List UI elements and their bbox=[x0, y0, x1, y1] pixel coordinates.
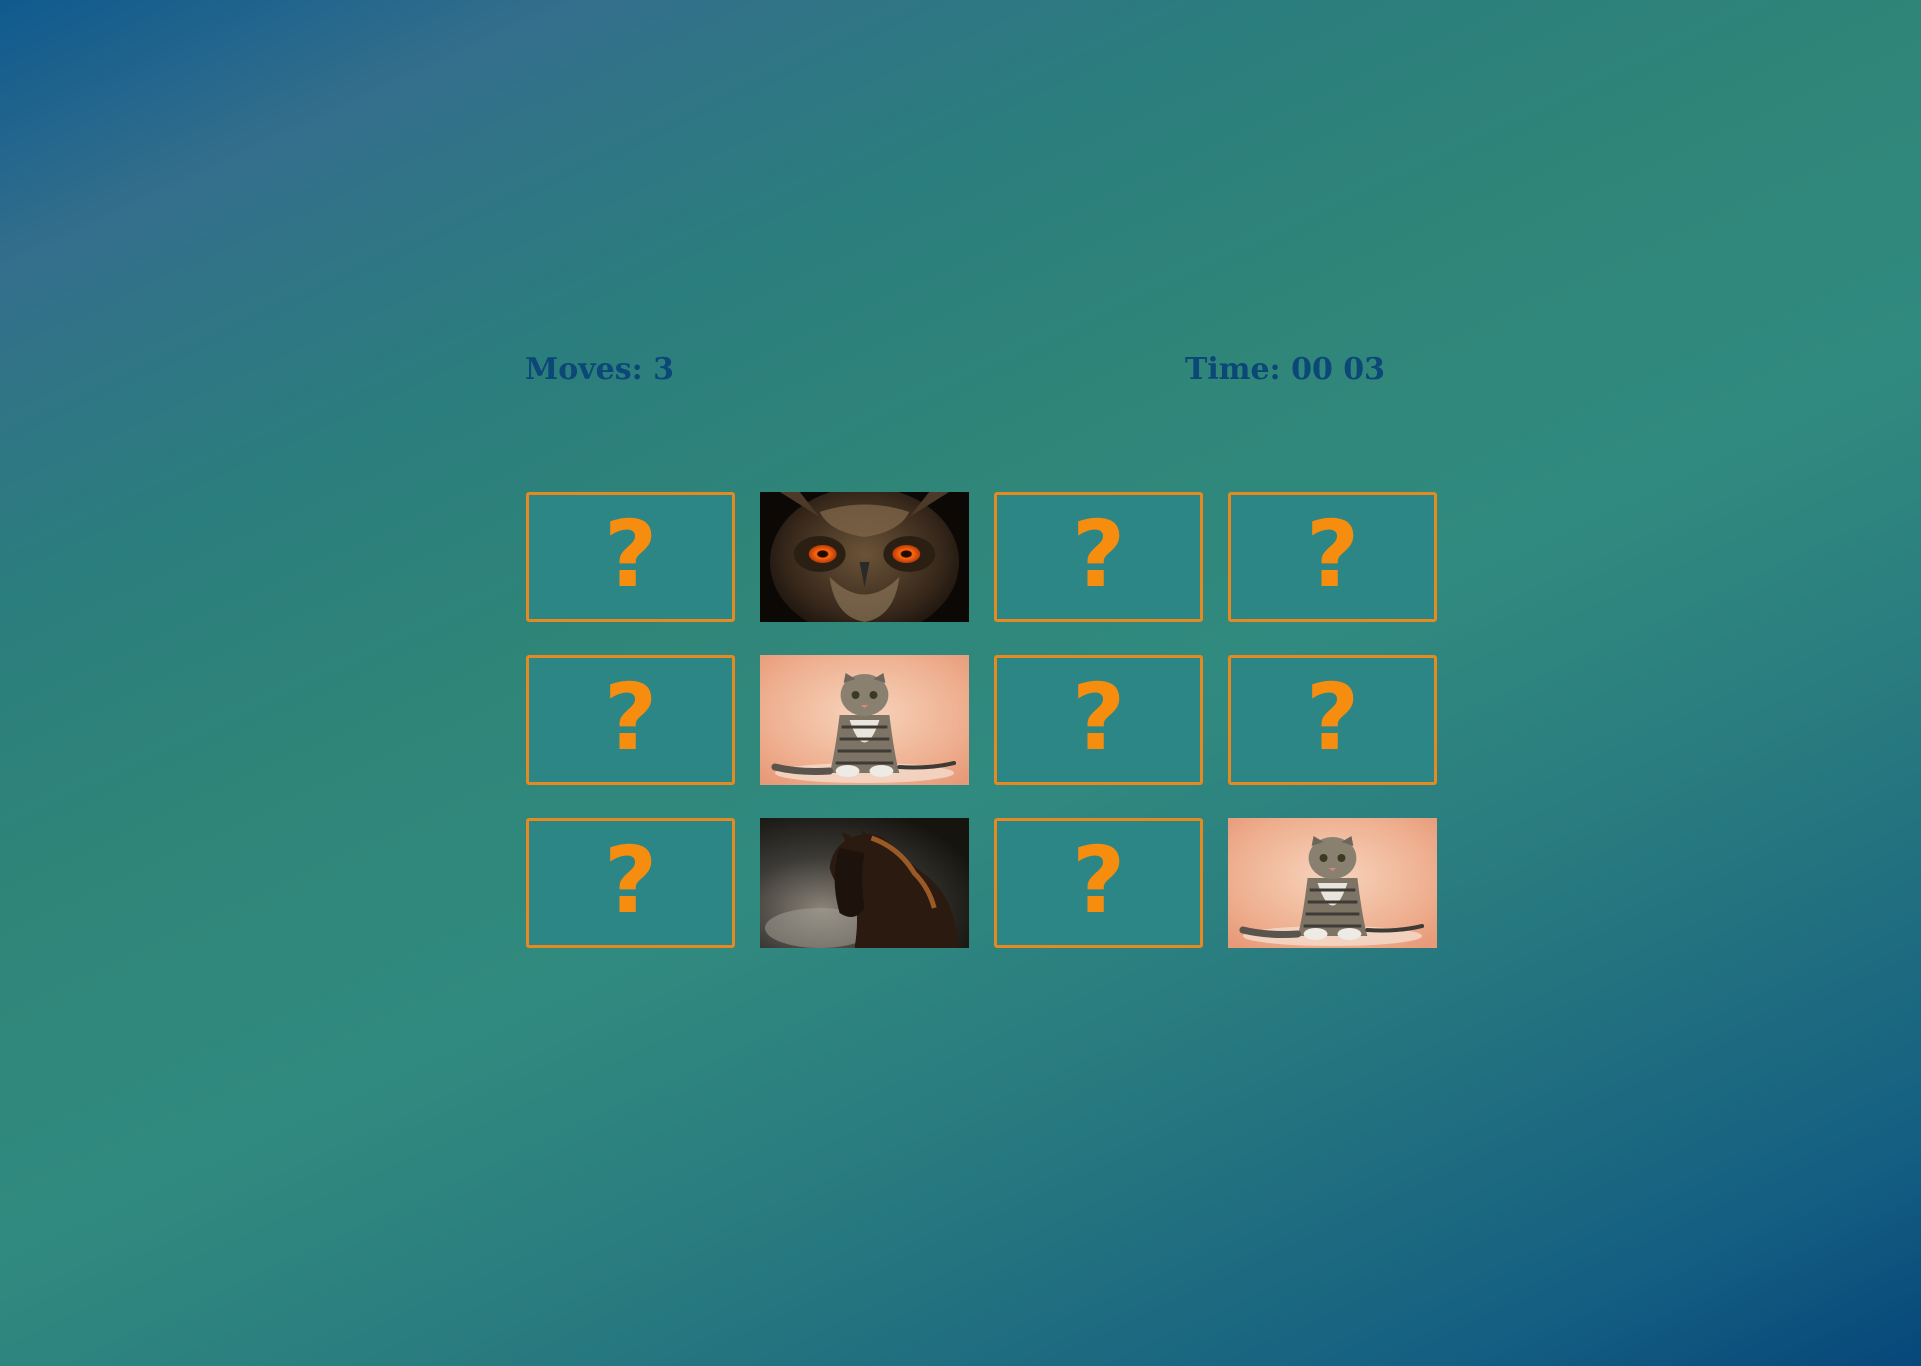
card-hidden[interactable]: ? bbox=[1228, 492, 1437, 622]
card-revealed-owl[interactable] bbox=[760, 492, 969, 622]
cat-image bbox=[1228, 818, 1437, 948]
cat-image bbox=[760, 655, 969, 785]
horse-image bbox=[760, 818, 969, 948]
card-hidden[interactable]: ? bbox=[994, 818, 1203, 948]
card-revealed-cat[interactable] bbox=[1228, 818, 1437, 948]
question-mark-icon: ? bbox=[603, 827, 658, 935]
question-mark-icon: ? bbox=[1305, 501, 1360, 609]
card-hidden[interactable]: ? bbox=[994, 492, 1203, 622]
card-hidden[interactable]: ? bbox=[526, 492, 735, 622]
card-revealed-cat[interactable] bbox=[760, 655, 969, 785]
card-revealed-horse[interactable] bbox=[760, 818, 969, 948]
moves-counter: Moves: 3 bbox=[525, 352, 675, 387]
card-hidden[interactable]: ? bbox=[1228, 655, 1437, 785]
question-mark-icon: ? bbox=[1071, 664, 1126, 772]
owl-image bbox=[760, 492, 969, 622]
question-mark-icon: ? bbox=[603, 664, 658, 772]
question-mark-icon: ? bbox=[1071, 827, 1126, 935]
card-board: ? ??? ? ? ? ? bbox=[526, 492, 1438, 948]
card-hidden[interactable]: ? bbox=[994, 655, 1203, 785]
stats-bar: Moves: 3 Time: 00 03 bbox=[525, 352, 1385, 396]
question-mark-icon: ? bbox=[1071, 501, 1126, 609]
card-hidden[interactable]: ? bbox=[526, 818, 735, 948]
timer: Time: 00 03 bbox=[1185, 352, 1386, 387]
card-hidden[interactable]: ? bbox=[526, 655, 735, 785]
question-mark-icon: ? bbox=[1305, 664, 1360, 772]
question-mark-icon: ? bbox=[603, 501, 658, 609]
